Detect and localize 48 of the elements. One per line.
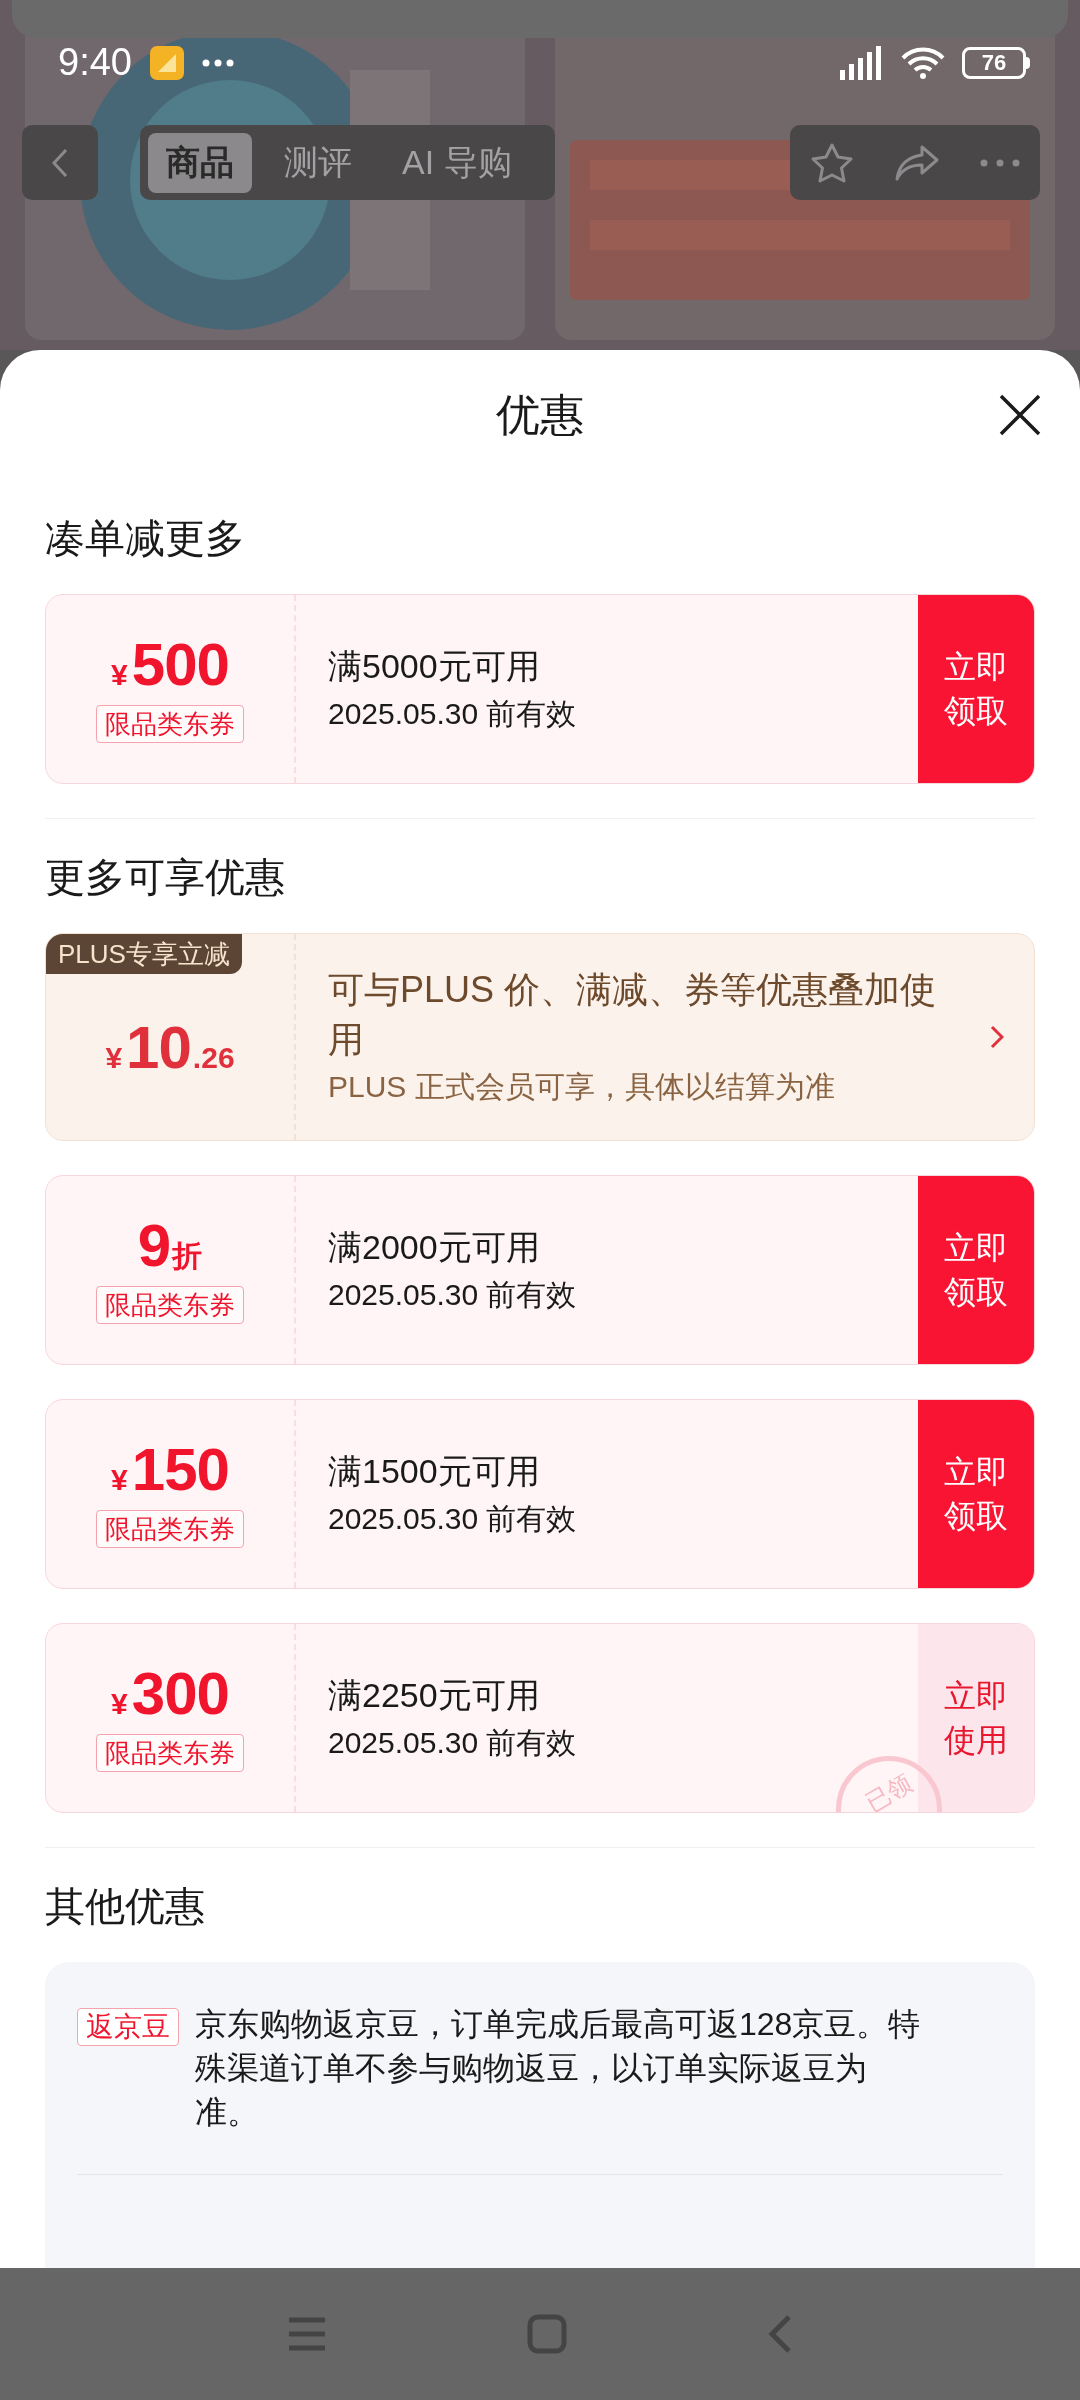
- battery-level: 76: [981, 51, 1007, 74]
- coupon-tag: 限品类东券: [96, 1734, 244, 1772]
- coupon-tag: 限品类东券: [96, 705, 244, 743]
- wifi-icon: [900, 45, 946, 80]
- rebate-tag: 返京豆: [77, 2008, 179, 2046]
- coupon-tag: 限品类东券: [96, 1510, 244, 1548]
- coupon-validity: 2025.05.30 前有效: [328, 696, 578, 732]
- back-button[interactable]: [22, 125, 98, 200]
- home-icon[interactable]: [527, 2314, 567, 2354]
- amount: 9折: [137, 1216, 203, 1276]
- chevron-right-icon: [990, 1025, 1004, 1049]
- section-title: 凑单减更多: [45, 515, 245, 562]
- plus-badge: PLUS专享立减: [46, 934, 242, 974]
- coupon-tag: 限品类东券: [96, 1286, 244, 1324]
- amount: ¥10.26: [105, 1018, 235, 1078]
- coupon-validity: 2025.05.30 前有效: [328, 1277, 578, 1313]
- share-icon[interactable]: [894, 143, 940, 182]
- back-icon: [52, 147, 68, 178]
- more-notifications-icon: [201, 58, 234, 67]
- amount: ¥300: [111, 1664, 229, 1724]
- coupon-condition: 满1500元可用: [328, 1451, 541, 1492]
- coupon-action-button[interactable]: 立即领取: [918, 595, 1034, 783]
- amount: ¥150: [111, 1440, 229, 1500]
- coupon-condition: 满5000元可用: [328, 646, 541, 687]
- status-time: 9:40: [58, 40, 132, 85]
- star-icon[interactable]: [810, 141, 854, 184]
- menu-icon[interactable]: [287, 2316, 327, 2352]
- section-title: 其他优惠: [45, 1883, 205, 1930]
- close-icon: [999, 394, 1041, 436]
- coupon-condition: 满2000元可用: [328, 1227, 541, 1268]
- coupon-validity: 2025.05.30 前有效: [328, 1725, 578, 1761]
- product-tab[interactable]: 测评: [266, 132, 370, 193]
- coupon-action-button[interactable]: 立即使用: [918, 1624, 1034, 1812]
- rebate-text: 京东购物返京豆，订单完成后最高可返128京豆。特殊渠道订单不参与购物返豆，以订单实际返豆为准。: [195, 2005, 922, 2132]
- plus-note: PLUS 正式会员可享，具体以结算为准: [328, 1069, 836, 1105]
- more-icon[interactable]: [980, 158, 1020, 167]
- coupon-condition: 满2250元可用: [328, 1675, 541, 1716]
- product-tab[interactable]: AI 导购: [384, 132, 530, 193]
- section-title: 更多可享优惠: [45, 854, 285, 901]
- product-tab[interactable]: 商品: [148, 132, 252, 193]
- back-icon[interactable]: [767, 2314, 793, 2354]
- coupon-action-button[interactable]: 立即领取: [918, 1400, 1034, 1588]
- sheet-title: 优惠: [496, 389, 584, 441]
- amount: ¥500: [111, 635, 229, 695]
- plus-headline: 可与PLUS 价、满减、券等优惠叠加使用: [328, 968, 938, 1062]
- coupon-validity: 2025.05.30 前有效: [328, 1501, 578, 1537]
- plus-card[interactable]: PLUS专享立减 ¥10.26 可与PLUS 价、满减、券等优惠叠加使用 PLUS 正式会员可享，具体以结算为准: [45, 933, 1035, 1141]
- coupon-action-button[interactable]: 立即领取: [918, 1176, 1034, 1364]
